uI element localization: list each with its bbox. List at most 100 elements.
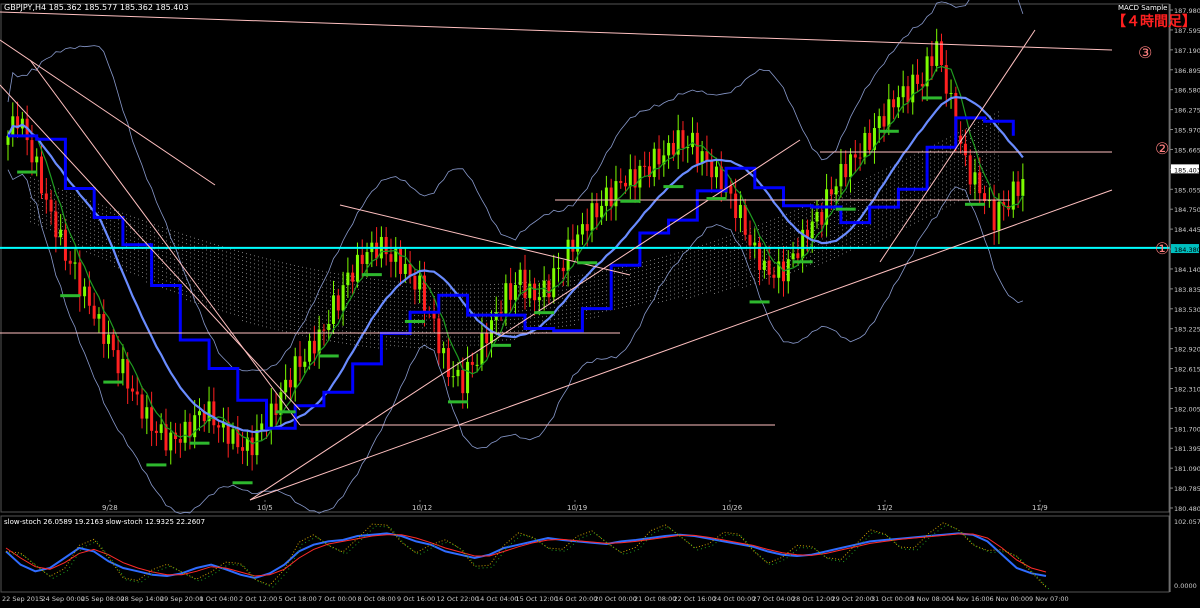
cloud-dot <box>962 174 963 176</box>
cloud-dot <box>378 299 379 301</box>
cloud-dot <box>262 313 263 315</box>
cloud-dot <box>146 241 147 243</box>
cloud-dot <box>522 302 523 304</box>
cloud-dot <box>678 256 679 258</box>
cloud-dot <box>282 302 283 304</box>
cloud-dot <box>790 232 791 234</box>
cloud-dot <box>242 284 243 286</box>
cloud-dot <box>742 231 743 233</box>
cloud-dot <box>242 260 243 262</box>
cloud-dot <box>630 289 631 291</box>
cloud-dot <box>402 321 403 323</box>
cloud-dot <box>430 295 431 297</box>
cloud-dot <box>710 258 711 260</box>
cloud-dot <box>310 292 311 294</box>
cloud-dot <box>298 317 299 319</box>
cloud-dot <box>958 132 959 134</box>
cloud-dot <box>462 292 463 294</box>
cloud-dot <box>182 253 183 255</box>
cloud-dot <box>498 303 499 305</box>
cloud-dot <box>126 238 127 240</box>
cloud-dot <box>722 238 723 240</box>
cloud-dot <box>958 192 959 194</box>
cloud-dot <box>474 304 475 306</box>
cloud-dot <box>298 277 299 279</box>
cloud-dot <box>922 154 923 156</box>
cloud-dot <box>310 304 311 306</box>
cloud-dot <box>938 162 939 164</box>
cloud-dot <box>454 304 455 306</box>
cloud-dot <box>882 218 883 220</box>
candle-body <box>820 212 824 225</box>
cloud-dot <box>390 324 391 326</box>
cloud-dot <box>378 291 379 293</box>
cloud-dot <box>854 231 855 233</box>
cloud-dot <box>638 291 639 293</box>
cloud-dot <box>634 272 635 274</box>
cloud-dot <box>438 292 439 294</box>
cloud-dot <box>242 312 243 314</box>
cloud-dot <box>354 336 355 338</box>
cloud-dot <box>126 214 127 216</box>
cloud-dot <box>246 289 247 291</box>
cloud-dot <box>310 316 311 318</box>
cloud-dot <box>406 290 407 292</box>
cloud-dot <box>698 250 699 252</box>
cloud-dot <box>290 284 291 286</box>
cloud-dot <box>874 234 875 236</box>
cloud-dot <box>906 206 907 208</box>
cloud-dot <box>934 184 935 186</box>
cloud-dot <box>670 266 671 268</box>
cloud-dot <box>214 287 215 289</box>
cloud-dot <box>862 236 863 238</box>
cloud-dot <box>954 198 955 200</box>
candle-body <box>121 358 125 374</box>
cloud-dot <box>690 252 691 254</box>
cloud-dot <box>306 335 307 337</box>
cloud-dot <box>286 315 287 317</box>
cloud-dot <box>294 277 295 279</box>
cloud-dot <box>802 207 803 209</box>
cloud-dot <box>98 255 99 257</box>
cloud-dot <box>266 282 267 284</box>
cloud-dot <box>218 293 219 295</box>
price-tick-label: 183.225 <box>1174 326 1200 334</box>
cloud-dot <box>626 285 627 287</box>
cloud-dot <box>962 162 963 164</box>
cloud-dot <box>834 201 835 203</box>
cloud-dot <box>778 225 779 227</box>
cloud-dot <box>70 201 71 203</box>
cloud-dot <box>334 329 335 331</box>
chart-canvas[interactable]: ①②③ 187.980187.595187.190186.895186.5801… <box>0 0 1200 604</box>
cloud-dot <box>942 196 943 198</box>
cloud-dot <box>966 184 967 186</box>
cloud-dot <box>806 209 807 211</box>
cloud-dot <box>418 343 419 345</box>
cloud-dot <box>586 306 587 308</box>
cloud-dot <box>830 226 831 228</box>
cloud-dot <box>174 243 175 245</box>
cloud-dot <box>402 289 403 291</box>
cloud-dot <box>190 264 191 266</box>
cloud-dot <box>810 211 811 213</box>
cloud-dot <box>322 270 323 272</box>
cloud-dot <box>726 248 727 250</box>
cloud-dot <box>338 337 339 339</box>
cloud-dot <box>822 258 823 260</box>
candle-body <box>403 263 407 274</box>
cloud-dot <box>918 216 919 218</box>
cloud-dot <box>258 256 259 258</box>
cloud-dot <box>234 301 235 303</box>
cloud-dot <box>418 335 419 337</box>
cloud-dot <box>934 152 935 154</box>
cloud-dot <box>526 309 527 311</box>
cloud-dot <box>570 316 571 318</box>
cloud-dot <box>686 273 687 275</box>
cloud-dot <box>154 256 155 258</box>
cloud-dot <box>782 259 783 261</box>
cloud-dot <box>698 294 699 296</box>
candle-body <box>571 239 575 252</box>
cloud-dot <box>730 263 731 265</box>
cloud-dot <box>878 216 879 218</box>
cloud-dot <box>766 225 767 227</box>
